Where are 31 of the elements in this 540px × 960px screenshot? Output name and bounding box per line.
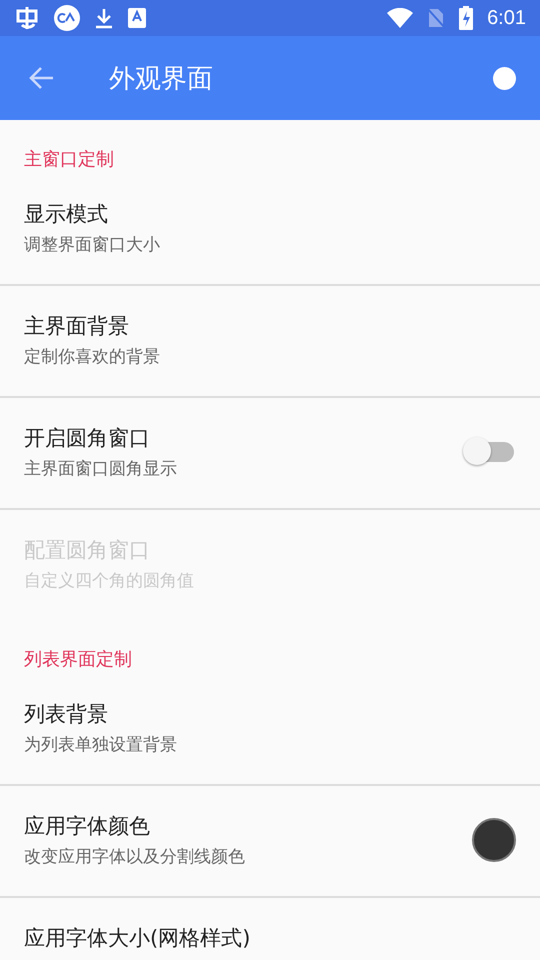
battery-icon — [459, 6, 474, 30]
section-header: 列表界面定制 — [23, 648, 133, 672]
settings-item[interactable]: 开启圆角窗口 主界面窗口圆角显示 — [0, 398, 540, 510]
settings-item[interactable]: 列表背景 为列表单独设置背景 — [0, 674, 540, 786]
item-title: 开启圆角窗口 — [24, 425, 151, 452]
item-subtitle: 定制你喜欢的背景 — [24, 346, 161, 369]
app-icon — [54, 5, 80, 31]
wifi-icon — [387, 8, 414, 28]
page-title: 外观界面 — [109, 62, 214, 96]
item-title: 应用字体大小(网格样式) — [24, 925, 252, 952]
download-icon — [94, 7, 114, 29]
item-subtitle: 主界面窗口圆角显示 — [24, 458, 178, 481]
no-sim-icon — [427, 7, 446, 29]
color-swatch[interactable] — [472, 818, 516, 862]
section-header: 主窗口定制 — [23, 148, 115, 172]
settings-item[interactable]: 显示模式 调整界面窗口大小 — [0, 174, 540, 286]
settings-item[interactable]: 应用字体颜色 改变应用字体以及分割线颜色 — [0, 786, 540, 898]
status-time: 6:01 — [487, 6, 526, 30]
back-arrow-icon[interactable] — [29, 66, 55, 90]
item-title: 主界面背景 — [24, 313, 130, 340]
settings-item[interactable]: 主界面背景 定制你喜欢的背景 — [0, 286, 540, 398]
item-subtitle: 为列表单独设置背景 — [24, 734, 178, 757]
app-icon — [128, 8, 146, 28]
item-title: 应用字体颜色 — [24, 813, 151, 840]
circle-icon[interactable] — [493, 66, 516, 90]
item-title: 列表背景 — [24, 701, 109, 728]
item-title: 显示模式 — [24, 201, 109, 228]
app-icon — [14, 5, 40, 31]
item-subtitle: 调整界面窗口大小 — [24, 234, 161, 257]
settings-item[interactable]: 应用字体大小(网格样式) — [0, 898, 540, 954]
item-subtitle: 改变应用字体以及分割线颜色 — [24, 846, 246, 869]
